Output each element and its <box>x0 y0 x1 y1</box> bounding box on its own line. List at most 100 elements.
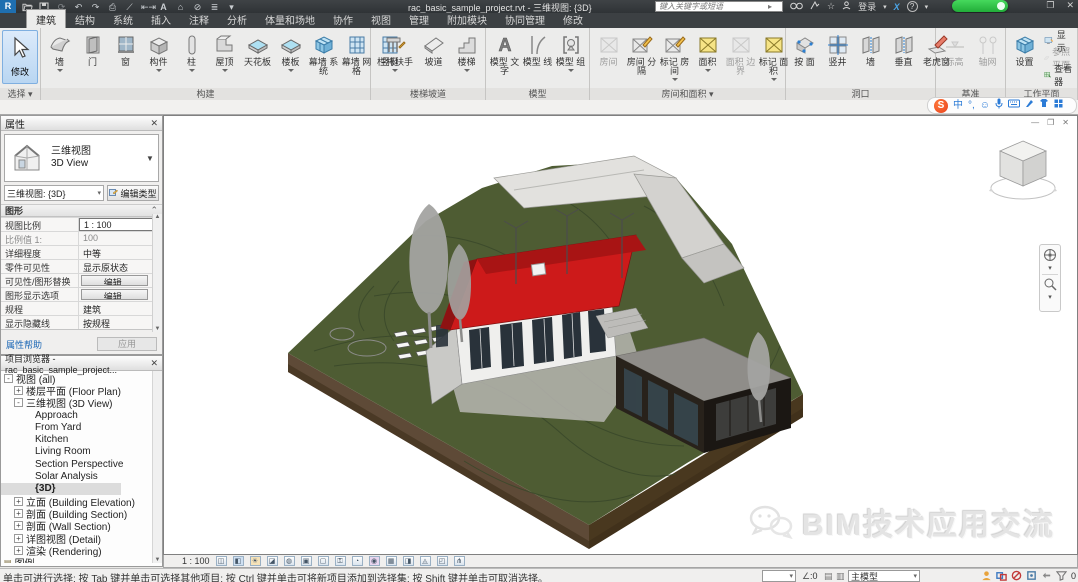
tree-item-from-yard[interactable]: From Yard <box>1 421 162 433</box>
model-group-button[interactable]: 模型 组 <box>554 30 587 76</box>
shaft-opening-button[interactable]: 竖井 <box>821 30 854 68</box>
help-icon[interactable]: ? <box>907 1 918 12</box>
properties-help-link[interactable]: 属性帮助 <box>6 338 42 351</box>
temporary-hide-isolate-icon[interactable]: ◔ <box>352 556 363 566</box>
wall-opening-button[interactable]: 墙 <box>854 30 887 68</box>
ime-microphone-icon[interactable] <box>995 98 1003 114</box>
ime-skin-icon[interactable] <box>1039 98 1049 113</box>
area-button[interactable]: 面积 <box>691 30 724 76</box>
property-row[interactable]: 可见性/图形替换编辑... <box>1 273 162 287</box>
door-button[interactable]: 门 <box>76 30 109 68</box>
viewcube[interactable] <box>987 126 1059 218</box>
tab-architecture[interactable]: 建筑 <box>26 9 66 28</box>
press-drag-icon[interactable] <box>1026 570 1037 581</box>
graphics-section-label[interactable]: 图形 <box>5 204 23 217</box>
properties-close-icon[interactable]: ✕ <box>150 118 158 129</box>
property-row[interactable]: 规程建筑 <box>1 301 162 315</box>
modify-button[interactable]: 修改 <box>2 30 38 84</box>
opening-by-face-button[interactable]: 按 面 <box>788 30 821 68</box>
tab-structure[interactable]: 结构 <box>66 10 104 28</box>
edit-type-button[interactable]: 编辑类型 <box>107 185 159 201</box>
tree-item-section-perspective[interactable]: Section Perspective <box>1 458 162 470</box>
ime-chinese-mode-icon[interactable]: 中 <box>953 98 963 113</box>
tree-item-kitchen[interactable]: Kitchen <box>1 433 162 445</box>
tab-collaborate[interactable]: 协作 <box>324 10 362 28</box>
window-button[interactable]: 窗 <box>109 30 142 68</box>
wheel-dropdown-icon[interactable]: ▾ <box>1048 264 1052 272</box>
ime-emoji-icon[interactable]: ☺ <box>980 98 990 113</box>
ime-handwriting-icon[interactable] <box>1025 98 1034 113</box>
application-menu-button[interactable]: R <box>0 0 16 13</box>
zoom-icon[interactable] <box>1043 277 1057 291</box>
select-arrows-icon[interactable] <box>1041 570 1052 581</box>
railing-button[interactable]: 栏杆扶手 <box>373 30 417 76</box>
recorder-toggle[interactable] <box>952 0 1008 12</box>
tab-collaboration-manage[interactable]: 协同管理 <box>496 10 554 28</box>
filter-icon[interactable] <box>1056 570 1067 581</box>
user-icon[interactable] <box>842 1 851 12</box>
wall-button[interactable]: 墙 <box>43 30 76 76</box>
instance-selector[interactable]: 三维视图: {3D}▾ <box>4 185 104 201</box>
exclusion-icon[interactable] <box>1011 570 1022 581</box>
ceiling-button[interactable]: 天花板 <box>241 30 274 68</box>
floor-button[interactable]: 楼板 <box>274 30 307 76</box>
sun-path-icon[interactable]: ☀ <box>250 556 261 566</box>
design-option-combo[interactable]: ▾ <box>762 570 796 582</box>
worksharing-user-icon[interactable] <box>981 570 992 581</box>
browser-scrollbar[interactable]: ▼ <box>152 371 162 563</box>
ime-punctuation-icon[interactable]: °, <box>968 98 975 113</box>
view-scale-button[interactable]: 1 : 100 <box>182 556 210 566</box>
exchange-apps-icon[interactable]: X <box>894 2 900 12</box>
drawing-area[interactable]: — ❐ ✕ ▾ ▾ BIM技术 <box>163 115 1078 555</box>
ramp-button[interactable]: 坡道 <box>417 30 450 68</box>
rendering-dialog-icon[interactable]: ◍ <box>284 556 295 566</box>
close-window-icon[interactable]: ✕ <box>1066 0 1074 11</box>
reveal-constraints-icon[interactable]: ⋔ <box>454 556 465 566</box>
tab-insert[interactable]: 插入 <box>142 10 180 28</box>
curtain-system-button[interactable]: 幕墙 系统 <box>307 30 340 77</box>
property-row[interactable]: 视图比例1 : 100 <box>1 217 162 231</box>
property-row[interactable]: 显示隐藏线按规程 <box>1 315 162 329</box>
tab-analyze[interactable]: 分析 <box>218 10 256 28</box>
highlight-displacement-icon[interactable]: ◰ <box>437 556 448 566</box>
model-line-button[interactable]: 模型 线 <box>521 30 554 68</box>
set-work-plane-button[interactable]: 设置 <box>1008 30 1041 68</box>
search-input[interactable] <box>656 2 768 11</box>
infocenter-search[interactable]: ▸ <box>655 1 783 12</box>
active-workset-combo[interactable]: 主模型▾ <box>848 570 920 582</box>
properties-scrollbar[interactable]: ▲▼ <box>152 214 162 332</box>
roof-button[interactable]: 屋顶 <box>208 30 241 76</box>
stair-button[interactable]: 楼梯 <box>450 30 483 76</box>
subscription-icon[interactable] <box>810 1 820 13</box>
tab-manage[interactable]: 管理 <box>400 10 438 28</box>
lock-3d-view-icon[interactable]: ⚿ <box>335 556 346 566</box>
3d-model-viewport[interactable] <box>164 116 1078 555</box>
room-separator-button[interactable]: 房间 分隔 <box>625 30 658 77</box>
model-text-button[interactable]: 模型 文字 <box>488 30 521 77</box>
view-close-icon[interactable]: ✕ <box>1062 118 1069 127</box>
tree-item-solar-analysis[interactable]: Solar Analysis <box>1 470 162 482</box>
type-selector[interactable]: 三维视图 3D View ▼ <box>4 134 159 182</box>
signin-dropdown-icon[interactable]: ▾ <box>883 3 887 11</box>
detail-level-icon[interactable]: ◫ <box>216 556 227 566</box>
tree-item-living-room[interactable]: Living Room <box>1 446 162 458</box>
component-button[interactable]: 构件 <box>142 30 175 76</box>
apply-button[interactable]: 应用 <box>97 337 157 351</box>
shadows-icon[interactable]: ◪ <box>267 556 278 566</box>
restore-window-icon[interactable]: ❐ <box>1046 0 1054 11</box>
curtain-grid-button[interactable]: 幕墙 网格 <box>340 30 373 77</box>
favorites-star-icon[interactable]: ☆ <box>827 1 835 12</box>
temporary-view-properties-icon[interactable]: ◨ <box>403 556 414 566</box>
tab-annotate[interactable]: 注释 <box>180 10 218 28</box>
visual-style-icon[interactable]: ◧ <box>233 556 244 566</box>
property-row[interactable]: 比例值 1:100 <box>1 231 162 245</box>
zoom-dropdown-icon[interactable]: ▾ <box>1048 293 1052 301</box>
ime-toolbar[interactable]: S 中 °, ☺ <box>927 97 1077 114</box>
editable-only-icon[interactable]: ∠ <box>802 571 810 581</box>
show-crop-region-icon[interactable]: ▢ <box>318 556 329 566</box>
tab-addins[interactable]: 附加模块 <box>438 10 496 28</box>
worksets-dialog-icon[interactable]: ▤ <box>824 571 833 581</box>
type-selector-dropdown-icon[interactable]: ▼ <box>146 154 158 163</box>
tree-item-3d-view[interactable]: -三维视图 (3D View) <box>1 397 162 409</box>
tab-massing-site[interactable]: 体量和场地 <box>256 10 324 28</box>
